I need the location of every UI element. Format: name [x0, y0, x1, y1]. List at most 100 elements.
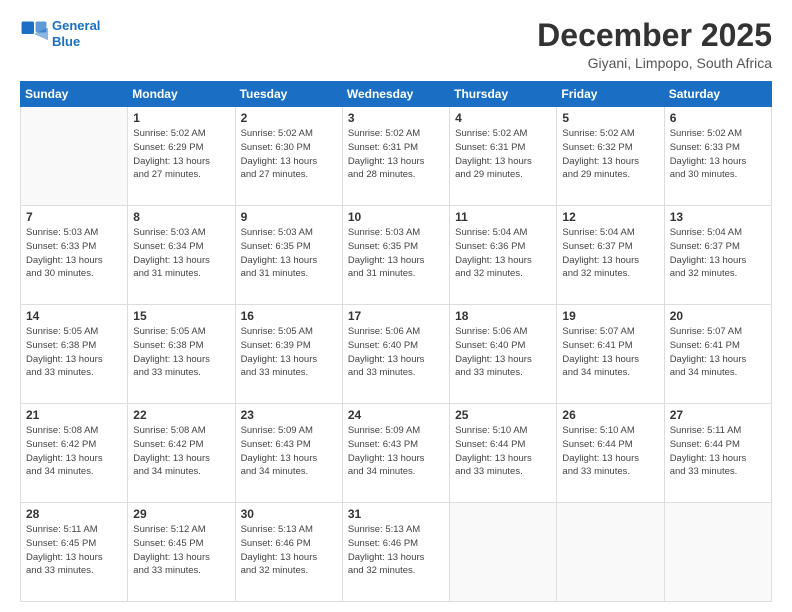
- day-number: 2: [241, 111, 337, 125]
- location: Giyani, Limpopo, South Africa: [537, 55, 772, 71]
- calendar-cell: [664, 503, 771, 602]
- day-info: Sunrise: 5:10 AMSunset: 6:44 PMDaylight:…: [455, 424, 551, 479]
- calendar-cell: 13 Sunrise: 5:04 AMSunset: 6:37 PMDayligh…: [664, 206, 771, 305]
- day-info: Sunrise: 5:05 AMSunset: 6:39 PMDaylight:…: [241, 325, 337, 380]
- calendar-cell: 7 Sunrise: 5:03 AMSunset: 6:33 PMDaylight…: [21, 206, 128, 305]
- day-info: Sunrise: 5:04 AMSunset: 6:36 PMDaylight:…: [455, 226, 551, 281]
- day-number: 3: [348, 111, 444, 125]
- day-number: 16: [241, 309, 337, 323]
- calendar-cell: 5 Sunrise: 5:02 AMSunset: 6:32 PMDaylight…: [557, 107, 664, 206]
- calendar-cell: 14Sunrise: 5:05 AMSunset: 6:38 PMDayligh…: [21, 305, 128, 404]
- day-number: 24: [348, 408, 444, 422]
- day-number: 10: [348, 210, 444, 224]
- day-info: Sunrise: 5:03 AMSunset: 6:35 PMDaylight:…: [241, 226, 337, 281]
- day-number: 9: [241, 210, 337, 224]
- day-number: 5: [562, 111, 658, 125]
- calendar-cell: 18 Sunrise: 5:06 AMSunset: 6:40 PMDayligh…: [450, 305, 557, 404]
- calendar-week-row: 7 Sunrise: 5:03 AMSunset: 6:33 PMDaylight…: [21, 206, 772, 305]
- col-header-wednesday: Wednesday: [342, 82, 449, 107]
- logo-blue: Blue: [52, 34, 80, 49]
- day-info: Sunrise: 5:06 AMSunset: 6:40 PMDaylight:…: [455, 325, 551, 380]
- calendar-cell: 1 Sunrise: 5:02 AMSunset: 6:29 PMDaylight…: [128, 107, 235, 206]
- col-header-friday: Friday: [557, 82, 664, 107]
- title-block: December 2025 Giyani, Limpopo, South Afr…: [537, 18, 772, 71]
- calendar-cell: 4 Sunrise: 5:02 AMSunset: 6:31 PMDaylight…: [450, 107, 557, 206]
- day-number: 30: [241, 507, 337, 521]
- calendar-cell: 26 Sunrise: 5:10 AMSunset: 6:44 PMDayligh…: [557, 404, 664, 503]
- day-info: Sunrise: 5:02 AMSunset: 6:32 PMDaylight:…: [562, 127, 658, 182]
- calendar-cell: 27Sunrise: 5:11 AMSunset: 6:44 PMDayligh…: [664, 404, 771, 503]
- col-header-tuesday: Tuesday: [235, 82, 342, 107]
- day-number: 29: [133, 507, 229, 521]
- calendar-cell: 28 Sunrise: 5:11 AMSunset: 6:45 PMDayligh…: [21, 503, 128, 602]
- day-info: Sunrise: 5:08 AMSunset: 6:42 PMDaylight:…: [133, 424, 229, 479]
- col-header-saturday: Saturday: [664, 82, 771, 107]
- day-info: Sunrise: 5:02 AMSunset: 6:31 PMDaylight:…: [348, 127, 444, 182]
- day-info: Sunrise: 5:03 AMSunset: 6:34 PMDaylight:…: [133, 226, 229, 281]
- day-number: 15: [133, 309, 229, 323]
- logo-icon: [20, 20, 48, 48]
- day-info: Sunrise: 5:02 AMSunset: 6:31 PMDaylight:…: [455, 127, 551, 182]
- calendar-cell: [557, 503, 664, 602]
- calendar-cell: [450, 503, 557, 602]
- day-info: Sunrise: 5:05 AMSunset: 6:38 PMDaylight:…: [26, 325, 122, 380]
- day-info: Sunrise: 5:03 AMSunset: 6:35 PMDaylight:…: [348, 226, 444, 281]
- day-number: 17: [348, 309, 444, 323]
- day-info: Sunrise: 5:13 AMSunset: 6:46 PMDaylight:…: [348, 523, 444, 578]
- calendar-cell: 19Sunrise: 5:07 AMSunset: 6:41 PMDayligh…: [557, 305, 664, 404]
- calendar-table: SundayMondayTuesdayWednesdayThursdayFrid…: [20, 81, 772, 602]
- day-number: 23: [241, 408, 337, 422]
- day-info: Sunrise: 5:13 AMSunset: 6:46 PMDaylight:…: [241, 523, 337, 578]
- col-header-sunday: Sunday: [21, 82, 128, 107]
- day-number: 4: [455, 111, 551, 125]
- calendar-cell: 12 Sunrise: 5:04 AMSunset: 6:37 PMDayligh…: [557, 206, 664, 305]
- day-info: Sunrise: 5:04 AMSunset: 6:37 PMDaylight:…: [562, 226, 658, 281]
- day-info: Sunrise: 5:02 AMSunset: 6:30 PMDaylight:…: [241, 127, 337, 182]
- day-info: Sunrise: 5:03 AMSunset: 6:33 PMDaylight:…: [26, 226, 122, 281]
- calendar-cell: 15Sunrise: 5:05 AMSunset: 6:38 PMDayligh…: [128, 305, 235, 404]
- col-header-monday: Monday: [128, 82, 235, 107]
- day-info: Sunrise: 5:08 AMSunset: 6:42 PMDaylight:…: [26, 424, 122, 479]
- calendar-cell: 25Sunrise: 5:10 AMSunset: 6:44 PMDayligh…: [450, 404, 557, 503]
- day-number: 20: [670, 309, 766, 323]
- day-number: 12: [562, 210, 658, 224]
- calendar-cell: 3 Sunrise: 5:02 AMSunset: 6:31 PMDaylight…: [342, 107, 449, 206]
- day-info: Sunrise: 5:11 AMSunset: 6:45 PMDaylight:…: [26, 523, 122, 578]
- header: General Blue December 2025 Giyani, Limpo…: [20, 18, 772, 71]
- logo: General Blue: [20, 18, 100, 49]
- day-number: 28: [26, 507, 122, 521]
- day-info: Sunrise: 5:04 AMSunset: 6:37 PMDaylight:…: [670, 226, 766, 281]
- day-number: 31: [348, 507, 444, 521]
- calendar-cell: 29 Sunrise: 5:12 AMSunset: 6:45 PMDayligh…: [128, 503, 235, 602]
- day-number: 1: [133, 111, 229, 125]
- day-number: 11: [455, 210, 551, 224]
- calendar-cell: 11 Sunrise: 5:04 AMSunset: 6:36 PMDayligh…: [450, 206, 557, 305]
- day-number: 27: [670, 408, 766, 422]
- calendar-cell: 16 Sunrise: 5:05 AMSunset: 6:39 PMDayligh…: [235, 305, 342, 404]
- calendar-week-row: 28 Sunrise: 5:11 AMSunset: 6:45 PMDayligh…: [21, 503, 772, 602]
- day-info: Sunrise: 5:12 AMSunset: 6:45 PMDaylight:…: [133, 523, 229, 578]
- day-info: Sunrise: 5:07 AMSunset: 6:41 PMDaylight:…: [670, 325, 766, 380]
- day-info: Sunrise: 5:02 AMSunset: 6:29 PMDaylight:…: [133, 127, 229, 182]
- calendar-header-row: SundayMondayTuesdayWednesdayThursdayFrid…: [21, 82, 772, 107]
- logo-general: General: [52, 18, 100, 33]
- day-info: Sunrise: 5:07 AMSunset: 6:41 PMDaylight:…: [562, 325, 658, 380]
- calendar-cell: 8Sunrise: 5:03 AMSunset: 6:34 PMDaylight…: [128, 206, 235, 305]
- calendar-cell: 24Sunrise: 5:09 AMSunset: 6:43 PMDayligh…: [342, 404, 449, 503]
- calendar-cell: 20 Sunrise: 5:07 AMSunset: 6:41 PMDayligh…: [664, 305, 771, 404]
- day-number: 6: [670, 111, 766, 125]
- calendar-cell: 10 Sunrise: 5:03 AMSunset: 6:35 PMDayligh…: [342, 206, 449, 305]
- day-info: Sunrise: 5:10 AMSunset: 6:44 PMDaylight:…: [562, 424, 658, 479]
- day-number: 18: [455, 309, 551, 323]
- day-number: 13: [670, 210, 766, 224]
- calendar-week-row: 1 Sunrise: 5:02 AMSunset: 6:29 PMDaylight…: [21, 107, 772, 206]
- day-info: Sunrise: 5:09 AMSunset: 6:43 PMDaylight:…: [241, 424, 337, 479]
- calendar-week-row: 14Sunrise: 5:05 AMSunset: 6:38 PMDayligh…: [21, 305, 772, 404]
- day-number: 7: [26, 210, 122, 224]
- calendar-cell: 31 Sunrise: 5:13 AMSunset: 6:46 PMDayligh…: [342, 503, 449, 602]
- calendar-cell: 21Sunrise: 5:08 AMSunset: 6:42 PMDayligh…: [21, 404, 128, 503]
- day-number: 26: [562, 408, 658, 422]
- calendar-cell: 9 Sunrise: 5:03 AMSunset: 6:35 PMDaylight…: [235, 206, 342, 305]
- calendar-cell: 6Sunrise: 5:02 AMSunset: 6:33 PMDaylight…: [664, 107, 771, 206]
- month-title: December 2025: [537, 18, 772, 53]
